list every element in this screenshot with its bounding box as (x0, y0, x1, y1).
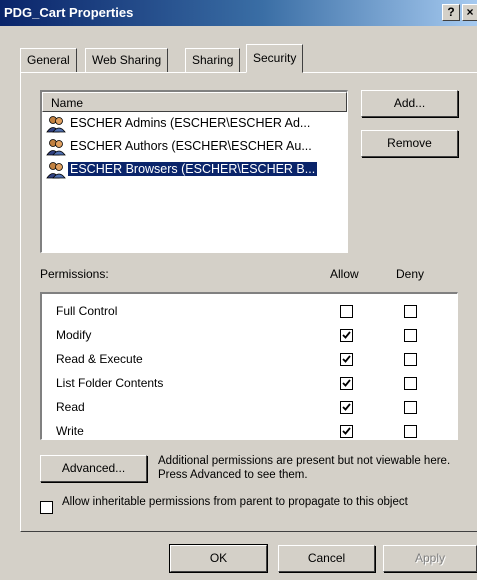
deny-checkbox[interactable] (404, 425, 417, 438)
advanced-note: Additional permissions are present but n… (158, 455, 451, 481)
group-icon (46, 116, 66, 133)
tab-label: General (27, 53, 70, 67)
list-item[interactable]: ESCHER Authors (ESCHER\ESCHER Au... (42, 135, 347, 158)
tab-sharing[interactable]: Sharing (185, 48, 241, 72)
allow-checkbox[interactable] (340, 329, 353, 342)
inherit-permissions-label: Allow inheritable permissions from paren… (62, 496, 408, 508)
advanced-button[interactable]: Advanced... (40, 455, 147, 482)
tab-label: Sharing (192, 53, 234, 67)
allow-checkbox[interactable] (340, 401, 353, 414)
name-column-header[interactable]: Name (42, 92, 347, 112)
cancel-button[interactable]: Cancel (278, 545, 375, 572)
permissions-label: Permissions: (40, 267, 109, 281)
title-bar: PDG_Cart Properties ? × (0, 0, 477, 26)
list-item-label: ESCHER Browsers (ESCHER\ESCHER B... (68, 162, 318, 176)
tab-web-sharing[interactable]: Web Sharing (85, 48, 169, 72)
deny-checkbox[interactable] (404, 329, 417, 342)
permission-row-list-folder-contents: List Folder Contents (42, 372, 456, 396)
tab-security[interactable]: Security (246, 44, 304, 73)
tab-label: Web Sharing (92, 53, 162, 67)
permission-row-read-execute: Read & Execute (42, 348, 456, 372)
list-item-label: ESCHER Admins (ESCHER\ESCHER Ad... (70, 116, 311, 130)
permission-row-modify: Modify (42, 324, 456, 348)
deny-checkbox[interactable] (404, 401, 417, 414)
permission-name: Read & Execute (56, 352, 143, 366)
ok-button[interactable]: OK (169, 544, 268, 573)
list-item[interactable]: ESCHER Admins (ESCHER\ESCHER Ad... (42, 112, 347, 135)
allow-checkbox[interactable] (340, 377, 353, 390)
checkmark-icon (342, 403, 351, 411)
close-icon: × (466, 5, 474, 19)
close-button[interactable]: × (462, 4, 477, 21)
tab-label: Security (253, 51, 297, 65)
group-icon (46, 139, 66, 156)
permission-name: Full Control (56, 304, 118, 318)
names-listbox[interactable]: Name ESCHER Admins (ESCHER\ESCHER Ad... … (40, 90, 348, 253)
permission-row-full-control: Full Control (42, 300, 456, 324)
apply-button[interactable]: Apply (383, 545, 477, 572)
inherit-permissions-checkbox[interactable] (40, 501, 53, 514)
help-icon: ? (447, 5, 455, 19)
allow-column-header: Allow (330, 267, 359, 281)
checkmark-icon (342, 355, 351, 363)
window-title: PDG_Cart Properties (4, 5, 134, 20)
allow-checkbox[interactable] (340, 305, 353, 318)
deny-checkbox[interactable] (404, 377, 417, 390)
checkmark-icon (342, 427, 351, 435)
list-item-label: ESCHER Authors (ESCHER\ESCHER Au... (70, 139, 312, 153)
allow-checkbox[interactable] (340, 425, 353, 438)
deny-column-header: Deny (396, 267, 425, 281)
deny-checkbox[interactable] (404, 353, 417, 366)
group-icon (46, 162, 66, 179)
permission-row-write: Write (42, 420, 456, 444)
permission-row-read: Read (42, 396, 456, 420)
permissions-list: Full Control Modify Read & Execute List … (40, 292, 458, 440)
permission-name: List Folder Contents (56, 376, 164, 390)
checkmark-icon (342, 379, 351, 387)
permission-name: Write (56, 424, 84, 438)
help-button[interactable]: ? (442, 4, 460, 21)
permission-name: Modify (56, 328, 92, 342)
checkmark-icon (342, 331, 351, 339)
deny-checkbox[interactable] (404, 305, 417, 318)
remove-button[interactable]: Remove (361, 130, 458, 157)
list-item-selected[interactable]: ESCHER Browsers (ESCHER\ESCHER B... (42, 158, 347, 181)
allow-checkbox[interactable] (340, 353, 353, 366)
tab-general[interactable]: General (20, 48, 77, 72)
permission-name: Read (56, 400, 85, 414)
add-button[interactable]: Add... (361, 90, 458, 117)
